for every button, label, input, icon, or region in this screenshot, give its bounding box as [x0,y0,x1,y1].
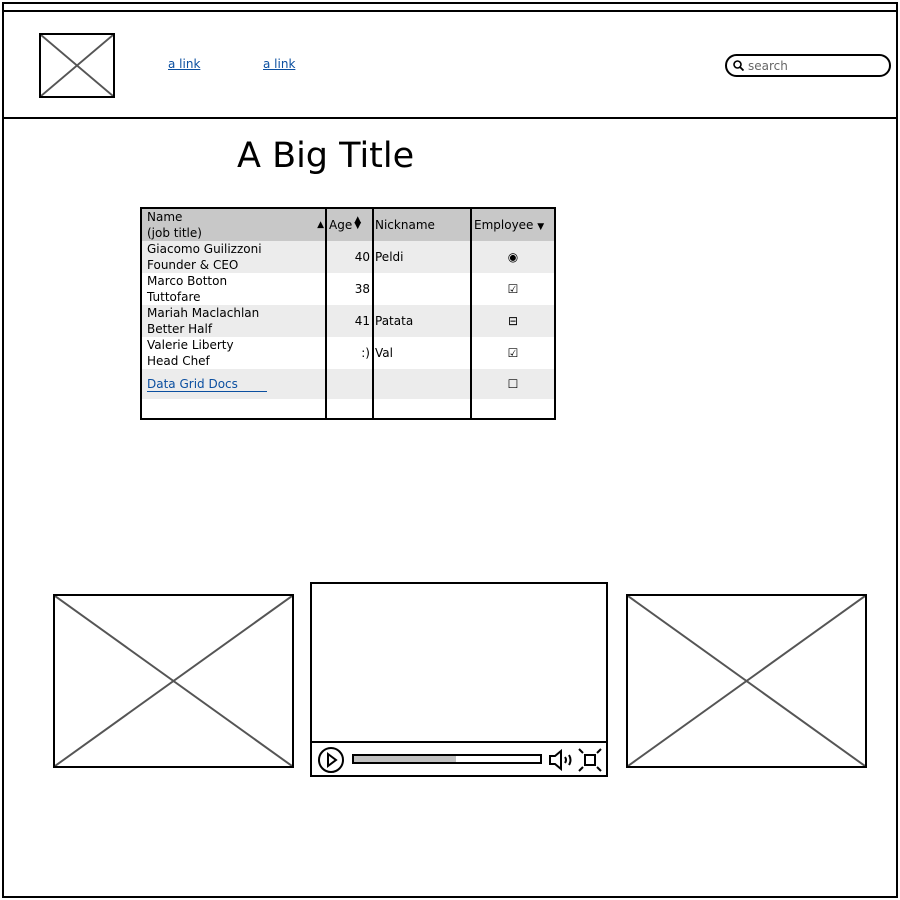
job-title: Head Chef [147,354,210,368]
name-cell: Valerie Liberty Head Chef [147,337,322,369]
column-divider [372,209,374,418]
table-row: Data Grid Docs ☐ [142,369,554,399]
page-title: A Big Title [237,136,415,176]
search-icon [733,60,744,71]
fullscreen-icon[interactable] [578,748,602,772]
image-placeholder-right [626,594,867,768]
video-controls [312,741,606,775]
video-progress-bar[interactable] [352,754,542,764]
header-label: Employee [474,218,534,232]
column-divider [325,209,327,418]
header-label: Age [329,218,353,232]
play-button-icon[interactable] [317,746,345,774]
table-row: Giacomo Guilizzoni Founder & CEO 40 Peldi… [142,241,554,273]
data-grid: Name (job title) ▲ Age ▲ ▼ Nickname Employee… [140,207,556,420]
header-label: Name [147,210,183,224]
job-title: Better Half [147,322,213,336]
image-placeholder-left [53,594,294,768]
name-cell: Marco Botton Tuttofare [147,273,322,305]
job-title: Founder & CEO [147,258,239,272]
table-row: Valerie Liberty Head Chef :) Val ☑ [142,337,554,369]
volume-icon[interactable] [548,748,574,772]
divider [2,10,898,12]
dropdown-arrow-icon: ▼ [537,222,545,232]
employee-name: Marco Botton [147,274,228,288]
nav-link-2[interactable]: a link [263,57,295,71]
name-cell: Giacomo Guilizzoni Founder & CEO [147,241,322,273]
column-header-name[interactable]: Name (job title) ▲ [147,209,324,241]
employee-name: Valerie Liberty [147,338,234,352]
table-row: Mariah Maclachlan Better Half 41 Patata ⊟ [142,305,554,337]
table-row: Marco Botton Tuttofare 38 ☑ [142,273,554,305]
sort-ascending-icon: ▲ [317,220,324,230]
employee-checkbox-unchecked[interactable]: ☐ [472,376,554,408]
progress-fill [354,756,457,762]
name-cell: Mariah Maclachlan Better Half [147,305,322,337]
sort-both-icon: ▲ ▼ [354,215,362,231]
job-title: Tuttofare [147,290,201,304]
logo-image-placeholder [39,33,115,98]
header-divider [2,117,898,119]
data-grid-docs-link[interactable]: Data Grid Docs [147,376,267,392]
column-divider [470,209,472,418]
employee-name: Mariah Maclachlan [147,306,260,320]
nav-link-1[interactable]: a link [168,57,200,71]
search-box[interactable] [725,54,891,77]
employee-name: Giacomo Guilizzoni [147,242,262,256]
search-input[interactable] [748,58,878,73]
header-sublabel: (job title) [147,226,202,240]
video-player[interactable] [310,582,608,777]
grid-header: Name (job title) ▲ Age ▲ ▼ Nickname Employee… [142,209,554,241]
